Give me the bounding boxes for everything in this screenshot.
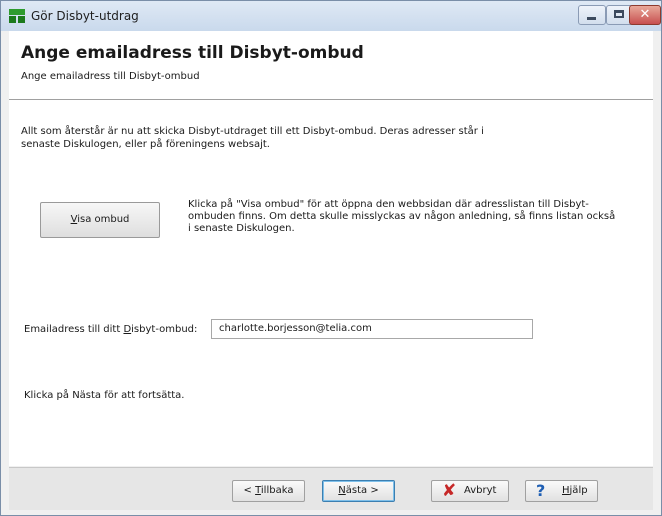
wizard-header: Ange emailadress till Disbyt-ombud Ange … <box>9 31 653 100</box>
visa-label: isa ombud <box>77 214 130 225</box>
help-icon: ? <box>536 481 546 500</box>
page-subtitle: Ange emailadress till Disbyt-ombud <box>21 71 200 82</box>
email-label: Emailadress till ditt Disbyt-ombud: <box>24 324 198 335</box>
cancel-icon: ✘ <box>442 481 457 501</box>
close-icon: ✕ <box>639 7 651 22</box>
wizard-window: Gör Disbyt-utdrag ✕ Ange emailadress til… <box>0 0 662 516</box>
wizard-content: Allt som återstår är nu att skicka Disby… <box>9 100 653 466</box>
cancel-label: Avbryt <box>464 485 497 496</box>
cancel-button[interactable]: ✘ Avbryt <box>431 480 509 502</box>
minimize-icon <box>587 17 596 20</box>
back-button[interactable]: < Tillbaka <box>232 480 305 502</box>
button-bar: < Tillbaka Nästa > ✘ Avbryt ? Hjälp <box>9 467 653 510</box>
visa-ombud-description: Klicka på "Visa ombud" för att öppna den… <box>188 199 616 234</box>
help-button[interactable]: ? Hjälp <box>525 480 598 502</box>
help-label: Hjälp <box>562 485 588 496</box>
minimize-button[interactable] <box>578 5 606 25</box>
next-hint: Klicka på Nästa för att fortsätta. <box>24 390 185 401</box>
app-icon <box>9 9 25 23</box>
window-title: Gör Disbyt-utdrag <box>31 9 139 23</box>
visa-ombud-button[interactable]: Visa ombud <box>40 202 160 238</box>
close-button[interactable]: ✕ <box>629 5 661 25</box>
next-button[interactable]: Nästa > <box>322 480 395 502</box>
email-input[interactable]: charlotte.borjesson@telia.com <box>211 319 533 339</box>
maximize-icon <box>614 10 624 18</box>
page-title: Ange emailadress till Disbyt-ombud <box>21 43 364 63</box>
intro-text: Allt som återstår är nu att skicka Disby… <box>21 126 484 150</box>
title-bar[interactable]: Gör Disbyt-utdrag ✕ <box>1 1 661 31</box>
